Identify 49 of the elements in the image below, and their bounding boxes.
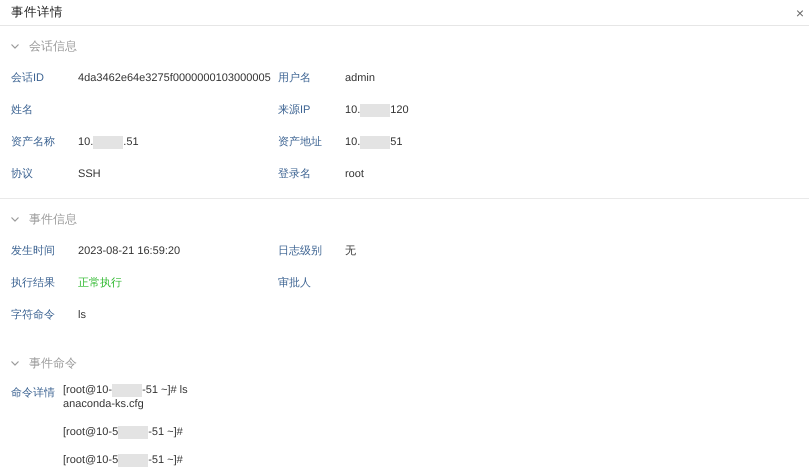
- redaction-block: [93, 136, 124, 148]
- value-text: 10.: [345, 102, 360, 118]
- field-label: 资产名称: [11, 134, 56, 150]
- chevron-icon[interactable]: [10, 41, 20, 51]
- value-text: -51 ~]# ls: [142, 382, 188, 398]
- redaction-block: [112, 384, 142, 396]
- redaction-block: [118, 454, 148, 466]
- section-title: 会话信息: [29, 38, 77, 55]
- field-label: 执行结果: [11, 276, 56, 291]
- value-text: 4da3462e64e3275f0000000103000005: [78, 70, 271, 86]
- field-label: 发生时间: [11, 244, 56, 259]
- value-text: 51: [390, 134, 403, 150]
- value-text: -51 ~]#: [148, 452, 183, 468]
- value-text: SSH: [78, 166, 101, 182]
- field-label: 审批人: [278, 276, 312, 291]
- value-text: admin: [345, 70, 375, 86]
- field-label: 登录名: [278, 166, 312, 182]
- field-label: 协议: [11, 166, 34, 182]
- field-label: 用户名: [278, 70, 312, 86]
- value-text: 正常执行: [78, 276, 122, 291]
- redaction-block: [360, 104, 390, 116]
- value-text: [root@10-5: [63, 424, 118, 440]
- value-text: anaconda-ks.cfg: [63, 396, 144, 412]
- field-label: 资产地址: [278, 134, 323, 150]
- field-label: 来源IP: [278, 102, 312, 118]
- chevron-icon[interactable]: [10, 214, 20, 224]
- field-label: 命令详情: [10, 386, 56, 401]
- close-button[interactable]: ×: [796, 6, 804, 20]
- value-text: -51 ~]#: [148, 424, 183, 440]
- value-text: 2023-08-21 16:59:20: [78, 244, 180, 259]
- value-text: [root@10-: [63, 382, 112, 398]
- section-title: 事件信息: [29, 211, 77, 228]
- section-title: 事件命令: [29, 355, 77, 372]
- value-text: 10.: [345, 134, 360, 150]
- field-label: 会话ID: [11, 70, 45, 86]
- redaction-block: [360, 136, 390, 148]
- value-text: 10.: [78, 134, 94, 150]
- value-text: [root@10-5: [63, 452, 118, 468]
- value-text: .51: [123, 134, 139, 150]
- value-text: ls: [78, 308, 86, 323]
- chevron-icon[interactable]: [10, 358, 20, 368]
- field-label: 日志级别: [278, 244, 323, 259]
- window-title: 事件详情: [11, 4, 63, 22]
- value-text: 120: [390, 102, 409, 118]
- value-text: 无: [345, 244, 356, 259]
- field-label: 字符命令: [11, 308, 56, 323]
- redaction-block: [118, 426, 148, 438]
- value-text: root: [345, 166, 364, 182]
- field-label: 姓名: [11, 102, 34, 118]
